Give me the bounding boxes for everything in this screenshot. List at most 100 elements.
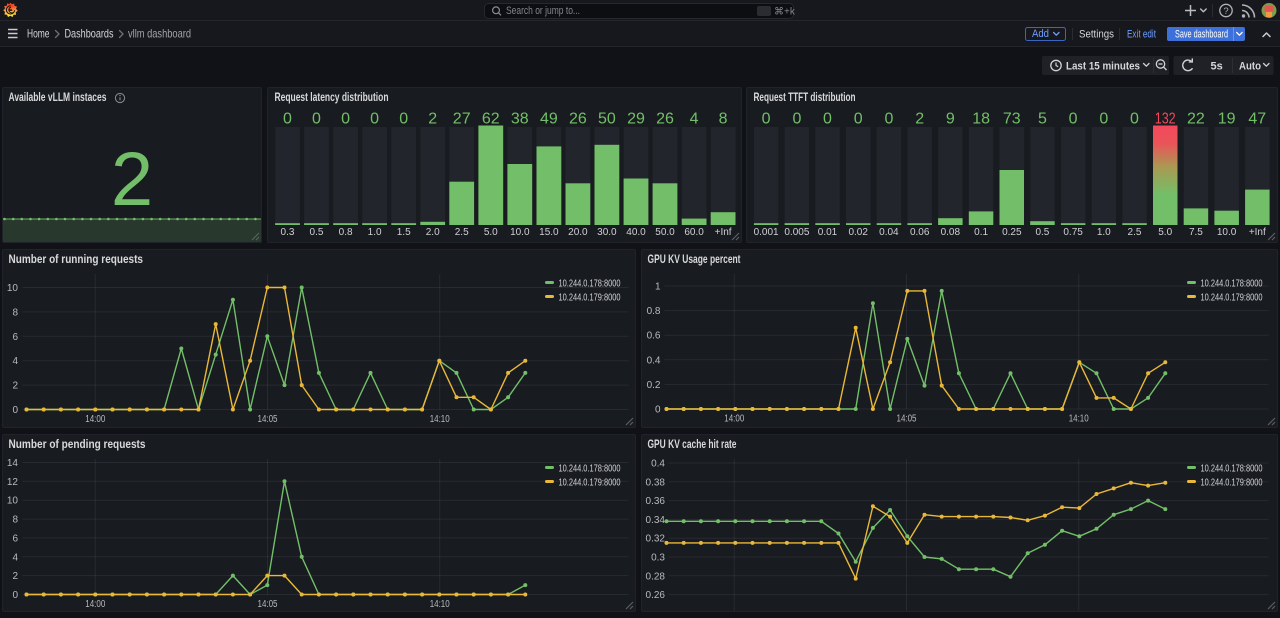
svg-text:0: 0 xyxy=(1100,111,1109,128)
svg-text:0.28: 0.28 xyxy=(645,571,665,582)
svg-text:0: 0 xyxy=(654,405,660,416)
svg-text:Settings: Settings xyxy=(1079,29,1114,41)
svg-text:5.0: 5.0 xyxy=(1159,227,1173,238)
svg-text:10.244.0.179:8000: 10.244.0.179:8000 xyxy=(559,477,621,488)
svg-text:0: 0 xyxy=(762,111,771,128)
svg-text:0.4: 0.4 xyxy=(651,458,665,469)
svg-text:0: 0 xyxy=(312,111,321,128)
svg-text:14:05: 14:05 xyxy=(258,599,278,610)
svg-text:0: 0 xyxy=(1130,111,1139,128)
svg-text:0: 0 xyxy=(1069,111,1078,128)
svg-text:6: 6 xyxy=(12,332,18,343)
svg-text:5s: 5s xyxy=(1211,61,1223,73)
svg-text:Save dashboard: Save dashboard xyxy=(1175,29,1228,41)
svg-text:0: 0 xyxy=(283,111,292,128)
svg-text:Exit edit: Exit edit xyxy=(1127,29,1156,41)
svg-text:0.001: 0.001 xyxy=(754,227,779,238)
svg-text:7.5: 7.5 xyxy=(1189,227,1203,238)
svg-text:10.244.0.179:8000: 10.244.0.179:8000 xyxy=(1200,293,1262,304)
svg-text:10.244.0.179:8000: 10.244.0.179:8000 xyxy=(559,293,621,304)
svg-text:0.005: 0.005 xyxy=(785,227,810,238)
svg-text:0.3: 0.3 xyxy=(280,227,294,238)
svg-text:0.01: 0.01 xyxy=(818,227,838,238)
svg-text:10: 10 xyxy=(7,283,19,294)
svg-text:50: 50 xyxy=(598,111,616,128)
svg-text:0.04: 0.04 xyxy=(879,227,899,238)
svg-text:2.5: 2.5 xyxy=(1128,227,1142,238)
svg-text:47: 47 xyxy=(1249,111,1267,128)
svg-text:0.36: 0.36 xyxy=(645,496,665,507)
svg-text:26: 26 xyxy=(656,111,674,128)
svg-text:0.32: 0.32 xyxy=(645,533,665,544)
svg-text:10.244.0.178:8000: 10.244.0.178:8000 xyxy=(559,279,621,290)
svg-text:14:10: 14:10 xyxy=(430,599,450,610)
svg-text:0.1: 0.1 xyxy=(974,227,988,238)
svg-text:4: 4 xyxy=(689,111,698,128)
svg-text:0: 0 xyxy=(823,111,832,128)
svg-text:10.244.0.179:8000: 10.244.0.179:8000 xyxy=(1200,477,1262,488)
svg-text:26: 26 xyxy=(569,111,587,128)
svg-text:0.25: 0.25 xyxy=(1002,227,1022,238)
svg-text:27: 27 xyxy=(452,111,470,128)
svg-text:18: 18 xyxy=(972,111,990,128)
svg-text:22: 22 xyxy=(1187,111,1205,128)
svg-text:62: 62 xyxy=(481,111,499,128)
svg-text:10.244.0.178:8000: 10.244.0.178:8000 xyxy=(559,463,621,474)
svg-text:0: 0 xyxy=(854,111,863,128)
svg-text:0.5: 0.5 xyxy=(309,227,323,238)
svg-text:14: 14 xyxy=(7,458,19,469)
svg-text:10.0: 10.0 xyxy=(1217,227,1237,238)
svg-text:0.02: 0.02 xyxy=(849,227,869,238)
svg-text:0.06: 0.06 xyxy=(910,227,930,238)
svg-text:14:05: 14:05 xyxy=(258,414,278,425)
svg-text:2: 2 xyxy=(12,571,18,582)
svg-text:8: 8 xyxy=(12,307,18,318)
svg-text:29: 29 xyxy=(627,111,645,128)
svg-text:0.2: 0.2 xyxy=(646,380,660,391)
svg-text:60.0: 60.0 xyxy=(684,227,704,238)
svg-text:1.5: 1.5 xyxy=(396,227,410,238)
svg-text:4: 4 xyxy=(12,552,18,563)
svg-text:40.0: 40.0 xyxy=(626,227,646,238)
svg-text:2: 2 xyxy=(916,111,925,128)
svg-text:50.0: 50.0 xyxy=(655,227,675,238)
svg-text:2: 2 xyxy=(12,381,18,392)
svg-text:10.244.0.178:8000: 10.244.0.178:8000 xyxy=(1200,279,1262,290)
svg-text:14:10: 14:10 xyxy=(1068,414,1088,425)
svg-text:14:00: 14:00 xyxy=(724,414,744,425)
svg-text:0.38: 0.38 xyxy=(645,477,665,488)
svg-text:0.5: 0.5 xyxy=(1036,227,1050,238)
svg-text:1.0: 1.0 xyxy=(367,227,381,238)
svg-text:10: 10 xyxy=(7,495,19,506)
svg-text:0.75: 0.75 xyxy=(1064,227,1084,238)
svg-text:Available vLLM instaces: Available vLLM instaces xyxy=(9,92,107,104)
svg-text:19: 19 xyxy=(1218,111,1236,128)
svg-text:0: 0 xyxy=(341,111,350,128)
svg-text:9: 9 xyxy=(946,111,955,128)
svg-text:5.0: 5.0 xyxy=(483,227,497,238)
svg-text:Add: Add xyxy=(1032,28,1049,40)
svg-text:15.0: 15.0 xyxy=(539,227,559,238)
svg-text:0: 0 xyxy=(12,405,18,416)
svg-text:1: 1 xyxy=(654,282,660,293)
svg-text:0.08: 0.08 xyxy=(941,227,961,238)
svg-text:132: 132 xyxy=(1155,111,1176,128)
svg-text:14:05: 14:05 xyxy=(896,414,916,425)
svg-text:0: 0 xyxy=(885,111,894,128)
svg-text:30.0: 30.0 xyxy=(597,227,617,238)
svg-text:8: 8 xyxy=(12,514,18,525)
svg-text:4: 4 xyxy=(12,356,18,367)
svg-text:73: 73 xyxy=(1003,111,1021,128)
svg-text:0: 0 xyxy=(12,590,18,601)
svg-text:8: 8 xyxy=(718,111,727,128)
svg-text:0: 0 xyxy=(370,111,379,128)
svg-text:Auto: Auto xyxy=(1239,61,1261,73)
svg-text:0.8: 0.8 xyxy=(646,306,660,317)
svg-text:Last 15 minutes: Last 15 minutes xyxy=(1066,61,1140,73)
svg-text:2.5: 2.5 xyxy=(454,227,468,238)
svg-text:10.244.0.178:8000: 10.244.0.178:8000 xyxy=(1200,463,1262,474)
svg-text:0.26: 0.26 xyxy=(645,590,665,601)
svg-text:5: 5 xyxy=(1038,111,1047,128)
svg-text:0.4: 0.4 xyxy=(646,355,660,366)
svg-text:Search or jump to...: Search or jump to... xyxy=(506,5,580,17)
